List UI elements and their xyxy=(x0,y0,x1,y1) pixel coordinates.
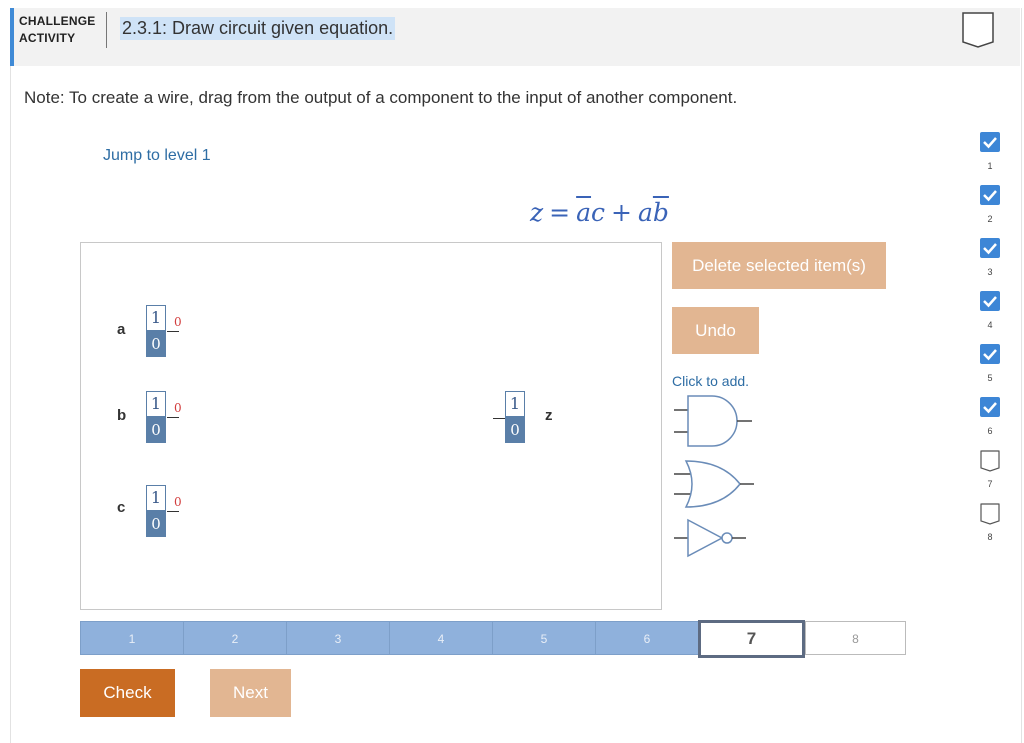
progress-item: 7 xyxy=(980,450,1002,500)
output-z-input-port[interactable] xyxy=(493,418,505,419)
input-a-toggle[interactable]: 1 0 xyxy=(146,305,166,357)
checkmark-icon xyxy=(980,291,1000,311)
instruction-note: Note: To create a wire, drag from the ou… xyxy=(24,88,738,107)
progress-item: 3 xyxy=(980,238,1002,288)
level-3-tab[interactable]: 3 xyxy=(286,621,390,655)
checkmark-icon xyxy=(980,397,1000,417)
level-selector: 1 2 3 4 5 6 7 8 xyxy=(80,620,906,658)
incomplete-badge-icon xyxy=(980,450,1000,472)
incomplete-badge-icon xyxy=(980,503,1000,525)
activity-title: 2.3.1: Draw circuit given equation. xyxy=(120,17,396,40)
level-1-tab[interactable]: 1 xyxy=(80,621,184,655)
input-a-output-port[interactable] xyxy=(167,331,179,332)
level-6-tab[interactable]: 6 xyxy=(595,621,699,655)
jump-to-level-link[interactable]: Jump to level 1 xyxy=(103,147,211,165)
input-c-label: c xyxy=(117,499,126,516)
level-8-tab[interactable]: 8 xyxy=(805,621,906,655)
progress-item: 5 xyxy=(980,344,1002,394)
input-b-output-port[interactable] xyxy=(167,417,179,418)
circuit-canvas[interactable]: a 1 0 0 b 1 0 0 c 1 0 0 1 0 z xyxy=(80,242,662,610)
delete-selected-button[interactable]: Delete selected item(s) xyxy=(672,242,886,289)
checkmark-icon xyxy=(980,344,1000,364)
level-5-tab[interactable]: 5 xyxy=(492,621,596,655)
header-accent-bar xyxy=(10,8,14,66)
check-button[interactable]: Check xyxy=(80,669,175,717)
input-c-output-port[interactable] xyxy=(167,511,179,512)
level-7-tab-current[interactable]: 7 xyxy=(698,620,805,658)
input-c-toggle[interactable]: 1 0 xyxy=(146,485,166,537)
palette-instruction: Click to add. xyxy=(672,373,750,389)
input-a-label: a xyxy=(117,321,126,338)
header-divider xyxy=(106,12,107,48)
checkmark-icon xyxy=(980,238,1000,258)
and-gate-icon[interactable] xyxy=(672,392,756,450)
progress-item: 8 xyxy=(980,503,1002,553)
input-c-output-value: 0 xyxy=(174,495,182,509)
or-gate-icon[interactable] xyxy=(672,458,756,510)
checkmark-icon xyxy=(980,132,1000,152)
level-4-tab[interactable]: 4 xyxy=(389,621,493,655)
completion-badge-icon xyxy=(962,12,994,48)
progress-item: 4 xyxy=(980,291,1002,341)
input-b-label: b xyxy=(117,407,127,424)
challenge-activity-label: CHALLENGE ACTIVITY xyxy=(19,14,96,45)
input-b-toggle[interactable]: 1 0 xyxy=(146,391,166,443)
progress-item: 6 xyxy=(980,397,1002,447)
output-z-display: 1 0 xyxy=(505,391,525,443)
progress-item: 2 xyxy=(980,185,1002,235)
next-button[interactable]: Next xyxy=(210,669,291,717)
target-equation: z = ac + ab xyxy=(530,198,669,227)
not-gate-icon[interactable] xyxy=(672,516,756,560)
level-2-tab[interactable]: 2 xyxy=(183,621,287,655)
input-b-output-value: 0 xyxy=(174,401,182,415)
progress-item: 1 xyxy=(980,132,1002,182)
checkmark-icon xyxy=(980,185,1000,205)
undo-button[interactable]: Undo xyxy=(672,307,759,354)
output-z-label: z xyxy=(545,407,553,424)
input-a-output-value: 0 xyxy=(174,315,182,329)
